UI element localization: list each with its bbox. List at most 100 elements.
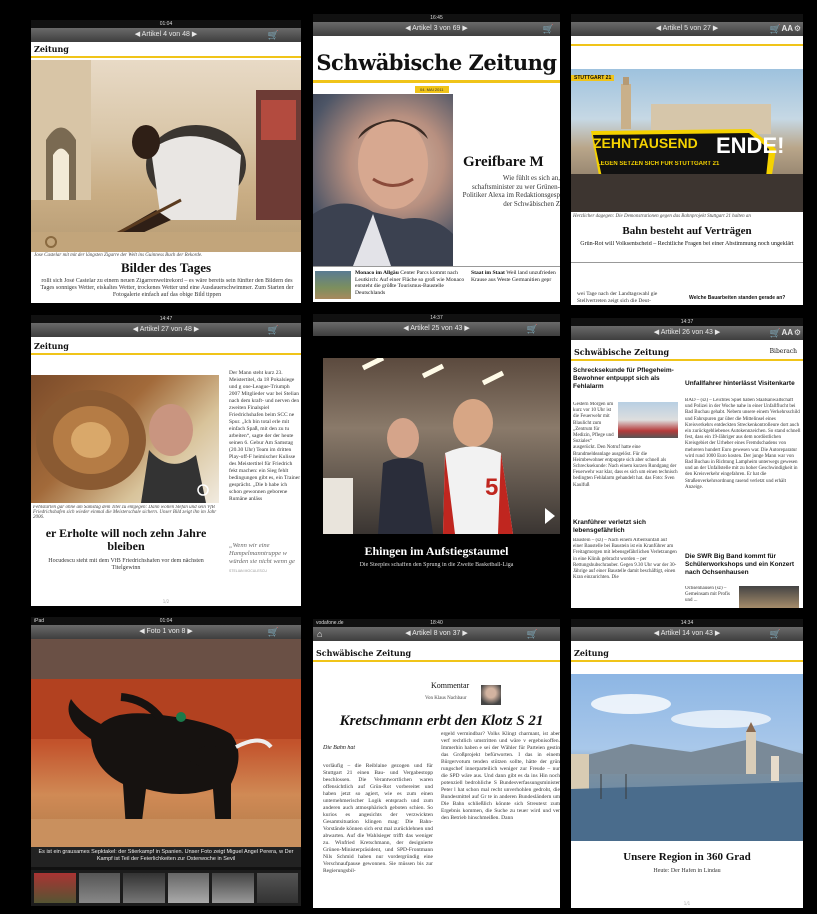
gear-icon[interactable]: ⚙ — [794, 326, 801, 340]
masthead — [571, 36, 803, 46]
headline[interactable]: Ehingen im Aufstiegstaumel — [313, 544, 560, 559]
cart-icon[interactable]: 🛒 — [527, 322, 538, 336]
cart-icon[interactable]: 🛒 — [770, 326, 781, 340]
trophy-photo[interactable] — [31, 375, 219, 503]
headline[interactable]: Bilder des Tages — [31, 260, 301, 276]
article-counter: Artikel 8 von 37 — [412, 630, 461, 637]
article-toolbar: ⌂ ◀ Artikel 8 von 37 ▶ 🛒 — [313, 627, 560, 641]
status-bar — [571, 14, 803, 22]
thumbnail[interactable] — [167, 873, 209, 903]
thumbnail[interactable] — [256, 873, 298, 903]
article-toolbar: ◀ Artikel 5 von 27 ▶ 🛒 AA ⚙ — [571, 22, 803, 36]
article-title-pflegeheim[interactable]: Schrecksekunde für Pflegeheim-Bewohner e… — [573, 367, 678, 391]
masthead-title: Schwäbische Zeitung — [316, 648, 412, 658]
gear-icon[interactable]: ⚙ — [794, 22, 801, 36]
region-label: Biberach — [769, 348, 797, 355]
home-icon[interactable]: ⌂ — [317, 627, 322, 641]
article-title-unfallfahrer[interactable]: Unfallfahrer hinterlässt Visitenkarte — [685, 380, 801, 388]
teaser-staat[interactable]: Staat im Staat Weil land unzufrieden Kra… — [471, 270, 559, 302]
bullfight-photo[interactable] — [31, 639, 301, 847]
headline[interactable]: Unsere Region in 360 Grad — [571, 851, 803, 863]
next-article-icon[interactable]: ▶ — [192, 31, 197, 38]
screenshot-regional-page: 14:37 ◀ Artikel 26 von 43 ▶ 🛒 AA ⚙ Schwä… — [571, 318, 803, 608]
thumbnail[interactable] — [123, 873, 165, 903]
prev-article-icon[interactable]: ◀ — [405, 25, 410, 32]
cart-icon[interactable]: 🛒 — [268, 323, 279, 337]
next-article-icon[interactable]: ▶ — [713, 25, 718, 32]
page-indicator: 1/1 — [683, 901, 691, 906]
font-size-icon[interactable]: AA — [781, 22, 793, 36]
article-toolbar: ◀ Artikel 4 von 48 ▶ 🛒 — [31, 28, 301, 42]
subheadline: Grün-Rot will Volksentscheid – Rechtlich… — [580, 241, 794, 247]
prev-article-icon[interactable]: ◀ — [656, 25, 661, 32]
headline[interactable]: Bahn besteht auf Verträgen — [571, 225, 803, 237]
article-counter: Artikel 27 von 48 — [139, 326, 192, 333]
masthead-title: Schwäbische Zeitung — [574, 347, 670, 357]
thumbnail[interactable] — [34, 873, 76, 903]
politician-photo[interactable] — [313, 94, 453, 266]
status-time: 14:37 — [430, 315, 443, 321]
thumbnail[interactable] — [212, 873, 254, 903]
sidebar-question[interactable]: Welche Bauarbeiten standen gerade an? — [689, 295, 801, 303]
prev-article-icon[interactable]: ◀ — [654, 630, 659, 637]
cart-icon[interactable]: 🛒 — [268, 625, 279, 639]
cigar-photo[interactable] — [31, 60, 301, 252]
prev-article-icon[interactable]: ◀ — [654, 329, 659, 336]
center-parcs-thumb[interactable] — [315, 271, 351, 299]
masthead: Schwäbische Zeitung — [313, 646, 560, 662]
photo-toolbar: ◀ Foto 1 von 8 ▶ 🛒 — [31, 625, 301, 639]
article-toolbar: ◀ Artikel 25 von 43 ▶ 🛒 — [313, 322, 560, 336]
article-counter: Artikel 3 von 69 — [412, 25, 461, 32]
harbor-panorama-art — [571, 694, 803, 841]
prev-article-icon[interactable]: ◀ — [403, 325, 408, 332]
cart-icon[interactable]: 🛒 — [770, 627, 781, 641]
headline[interactable]: Kretschmann erbt den Klotz S 21 — [323, 713, 560, 730]
stuttgart-kicker: STUTTGART 21 — [571, 75, 615, 81]
prev-article-icon[interactable]: ◀ — [133, 326, 138, 333]
article-toolbar: ◀ Artikel 26 von 43 ▶ 🛒 AA ⚙ — [571, 326, 803, 340]
prev-article-icon[interactable]: ◀ — [405, 630, 410, 637]
next-article-icon[interactable]: ▶ — [464, 325, 469, 332]
teaser-text: Wie fühlt es sich an, schaftsminister zu… — [462, 174, 560, 208]
cart-icon[interactable]: 🛒 — [527, 627, 538, 641]
article-column-2: ergeld vermindbar? Volks Klingt charmant… — [441, 731, 560, 821]
cart-icon[interactable]: 🛒 — [268, 28, 279, 42]
next-photo-icon[interactable]: ▶ — [187, 628, 192, 635]
headline[interactable]: er Erholte will noch zehn Jahre bleiben — [31, 527, 221, 553]
status-bar: 16:45 — [313, 14, 560, 22]
cart-icon[interactable]: 🛒 — [770, 22, 781, 36]
article-toolbar: ◀ Artikel 3 von 69 ▶ 🛒 — [313, 22, 560, 36]
teaser-monaco[interactable]: Monaco im Allgäu Center Parcs kommt nach… — [355, 270, 465, 302]
next-article-icon[interactable]: ▶ — [715, 329, 720, 336]
cart-icon[interactable]: 🛒 — [543, 22, 554, 36]
next-article-icon[interactable]: ▶ — [462, 25, 467, 32]
screenshot-kommentar: vodafone.de 18:40 ⌂ ◀ Artikel 8 von 37 ▶ … — [313, 619, 560, 908]
next-article-icon[interactable]: ▶ — [194, 326, 199, 333]
thumbnail[interactable] — [78, 873, 120, 903]
basketball-photo[interactable] — [323, 355, 560, 534]
basketball-photo-art — [323, 355, 555, 534]
harbor-panorama[interactable] — [571, 674, 803, 841]
photo-counter: Foto 1 von 8 — [146, 628, 186, 635]
big-band-photo[interactable] — [739, 586, 799, 608]
status-time: 14:34 — [680, 620, 694, 626]
banner-ende: ENDE! — [716, 133, 785, 158]
next-article-icon[interactable]: ▶ — [462, 630, 467, 637]
screenshot-volleyball: 14:47 ◀ Artikel 27 von 48 ▶ 🛒 Zeitung Fe… — [31, 315, 301, 606]
screenshot-front-page: 16:45 ◀ Artikel 3 von 69 ▶ 🛒 Schwäbische… — [313, 14, 560, 302]
prev-photo-icon[interactable]: ◀ — [139, 628, 144, 635]
author-portrait — [481, 685, 501, 705]
article-title-big-band[interactable]: Die SWR Big Band kommt für Schülerworksh… — [685, 553, 801, 577]
font-size-icon[interactable]: AA — [781, 326, 793, 340]
status-bar: vodafone.de 18:40 — [313, 619, 560, 627]
status-bar: iPad 01:04 — [31, 617, 301, 625]
prev-article-icon[interactable]: ◀ — [135, 31, 140, 38]
article-title-kranfuehrer[interactable]: Kranführer verletzt sich lebensgefährlic… — [573, 519, 678, 535]
article-counter: Artikel 14 von 43 — [660, 630, 713, 637]
article-body-big-band: Ochsenhausen (sz) – Gemeinsam mit Profis… — [685, 586, 730, 604]
headline[interactable]: Greifbare M — [463, 154, 560, 171]
next-article-icon[interactable]: ▶ — [715, 630, 720, 637]
masthead: Zeitung — [571, 646, 803, 662]
screenshot-bullfight: iPad 01:04 ◀ Foto 1 von 8 ▶ 🛒 Es ist ein … — [31, 617, 301, 906]
status-bar: 14:37 — [313, 314, 560, 322]
